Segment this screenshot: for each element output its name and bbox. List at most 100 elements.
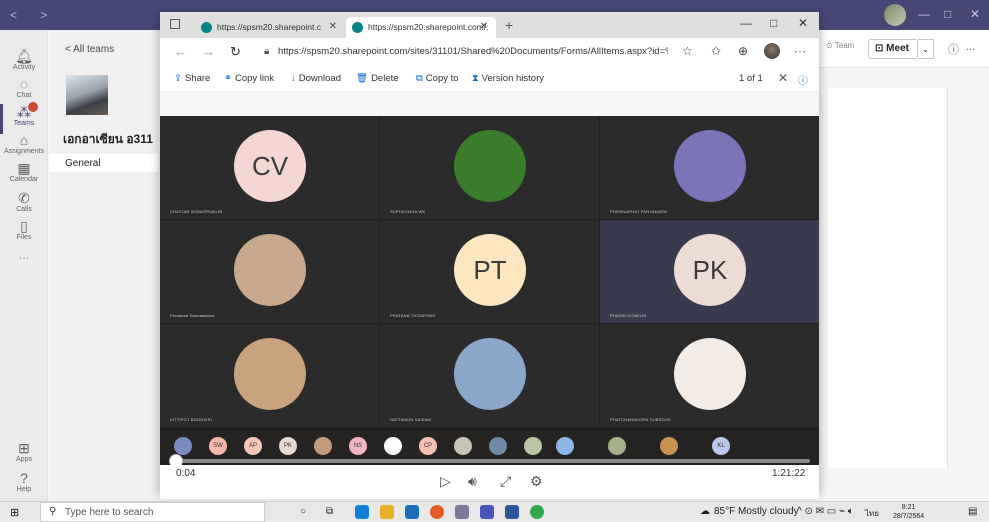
team-picture (66, 75, 108, 115)
system-tray-icons[interactable]: ^ ⊙ ✉ ▭ ⌁ 🔈︎ (797, 506, 854, 517)
close-tab-icon[interactable]: ✕ (480, 21, 488, 32)
rail-assignments[interactable]: ⌂ Assignments (0, 132, 48, 155)
address-input[interactable]: https://spsm20.sharepoint.com/sites/3110… (278, 46, 668, 57)
rail-teams[interactable]: ⁂ Teams (0, 102, 48, 134)
browser-tab-active[interactable]: https://spsm20.sharepoint.com/: ✕ (346, 17, 496, 38)
fullscreen-icon[interactable]: ⤢ (500, 473, 511, 490)
info-icon[interactable]: ⓘ (798, 72, 808, 87)
version-history-label: Version history (481, 73, 544, 84)
chrome-icon[interactable] (530, 505, 544, 519)
participant-avatar (674, 130, 746, 202)
tab-actions-icon[interactable] (170, 19, 180, 29)
seek-bar[interactable] (170, 459, 810, 463)
play-icon[interactable]: ▷ (440, 473, 451, 490)
settings-more-icon[interactable]: ··· (794, 44, 806, 58)
user-avatar[interactable] (884, 4, 906, 26)
rail-files[interactable]: ▯ Files (0, 218, 48, 241)
taskbar-clock[interactable]: 8:21 28/7/2564 (893, 503, 924, 521)
profile-avatar[interactable] (764, 43, 780, 59)
windows-start-icon[interactable]: ⊞ (10, 506, 19, 519)
participant-avatar (454, 338, 526, 410)
rail-calendar[interactable]: ▦ Calendar (0, 160, 48, 183)
gear-icon[interactable]: ⚙︎ (530, 473, 543, 490)
close-icon[interactable]: ✕ (798, 16, 808, 30)
version-history-button[interactable]: ⧗ Version history (472, 73, 544, 84)
favorites-icon[interactable]: ✩ (711, 44, 721, 58)
page-counter: 1 of 1 (739, 73, 763, 84)
browser-tab[interactable]: https://spsm20.sharepoint.c ✕ (195, 17, 345, 38)
back-arrow-icon[interactable]: ← (174, 44, 187, 59)
rail-apps[interactable]: ⊞ Apps (0, 440, 48, 463)
refresh-icon[interactable]: ↻ (230, 44, 241, 60)
close-icon[interactable]: ✕ (970, 7, 980, 21)
mini-participant-avatar: AP (244, 437, 262, 455)
meet-button[interactable]: ⊡ Meet (868, 39, 918, 59)
participant-tile: NATTAMON SAISAM (380, 324, 599, 427)
close-tab-icon[interactable]: ✕ (329, 21, 337, 32)
copy-to-button[interactable]: ⧉ Copy to (416, 73, 459, 84)
store-app-icon[interactable] (455, 505, 469, 519)
word-app-icon[interactable] (505, 505, 519, 519)
teams-app-icon[interactable] (480, 505, 494, 519)
notifications-icon[interactable]: ▤ (968, 506, 977, 517)
rail-label: Calls (16, 206, 32, 213)
rail-activity[interactable]: 🔔︎ Activity (0, 48, 48, 71)
search-placeholder: Type here to search (65, 507, 154, 518)
download-button[interactable]: ↓ Download (291, 73, 341, 84)
collections-icon[interactable]: ⊕ (738, 44, 748, 58)
cortana-icon[interactable]: ○ (300, 506, 306, 517)
rail-chat[interactable]: ◌ Chat (0, 76, 48, 99)
mini-participant-avatar (489, 437, 507, 455)
more-icon[interactable]: ... (966, 41, 975, 53)
new-tab-button[interactable]: + (505, 17, 513, 33)
volume-icon[interactable]: 🔊︎ (468, 473, 477, 490)
help-icon: ? (20, 470, 28, 486)
lock-icon[interactable]: 🔒︎ (264, 46, 269, 57)
back-forward-nav[interactable]: < > (10, 8, 57, 22)
task-view-icon[interactable]: ⧉ (326, 506, 333, 517)
command-bar: ⇪ Share ⚭ Copy link ↓ Download 🗑︎ Delete ⧉ Co… (160, 66, 819, 92)
rail-calls[interactable]: ✆ Calls (0, 190, 48, 213)
content-area (828, 88, 948, 468)
minimize-icon[interactable]: — (740, 16, 752, 30)
edge-window: https://spsm20.sharepoint.c ✕ https://sp… (160, 12, 819, 499)
chevron-down-icon[interactable]: ⌄ (918, 39, 934, 59)
more-apps-icon[interactable]: ... (0, 248, 48, 262)
apps-icon: ⊞ (18, 440, 30, 456)
mail-app-icon[interactable] (405, 505, 419, 519)
info-icon[interactable]: ⓘ (948, 41, 959, 57)
weather-text[interactable]: 85°F Mostly cloudy (714, 506, 799, 517)
taskbar-search[interactable]: ⚲ Type here to search (40, 502, 265, 522)
participant-name: CHATJAR WONGPRAKUB (170, 209, 223, 214)
team-panel: < All teams เอกอาเซียน อ311 General (49, 30, 159, 501)
edge-app-icon[interactable] (355, 505, 369, 519)
mini-participant-avatar (660, 437, 678, 455)
forward-arrow-icon[interactable]: → (202, 44, 215, 59)
download-label: Download (298, 73, 341, 84)
video-player[interactable]: CV CHATJAR WONGPRAKUB SUPHICHAYA WK PORNNAP… (160, 116, 819, 499)
channel-general[interactable]: General (49, 154, 159, 172)
firefox-icon[interactable] (430, 505, 444, 519)
maximize-icon[interactable]: □ (770, 16, 777, 30)
trash-icon: 🗑︎ (356, 73, 369, 84)
maximize-icon[interactable]: □ (944, 7, 951, 21)
file-explorer-icon[interactable] (380, 505, 394, 519)
rail-label: Activity (12, 64, 36, 71)
all-teams-link[interactable]: < All teams (65, 44, 114, 55)
read-aloud-icon[interactable]: ☆ (682, 44, 693, 58)
delete-button[interactable]: 🗑︎ Delete (356, 73, 399, 84)
rail-label: Teams (13, 120, 35, 127)
copy-link-button[interactable]: ⚭ Copy link (224, 73, 274, 84)
minimize-icon[interactable]: — (918, 7, 930, 21)
weather-icon[interactable]: ☁︎ (700, 506, 710, 517)
participant-tile: KITTIPOT BOONSIRI (160, 324, 379, 427)
mini-participant-avatar (314, 437, 332, 455)
phone-icon: ✆ (18, 190, 30, 206)
share-button[interactable]: ⇪ Share (174, 73, 210, 84)
team-button[interactable]: ⊙ Team (826, 41, 854, 50)
current-time: 0:04 (176, 468, 196, 479)
input-language[interactable]: ไทย (865, 507, 879, 520)
close-viewer-icon[interactable]: ✕ (778, 71, 788, 85)
rail-label: Chat (16, 92, 32, 99)
rail-help[interactable]: ? Help (0, 470, 48, 493)
